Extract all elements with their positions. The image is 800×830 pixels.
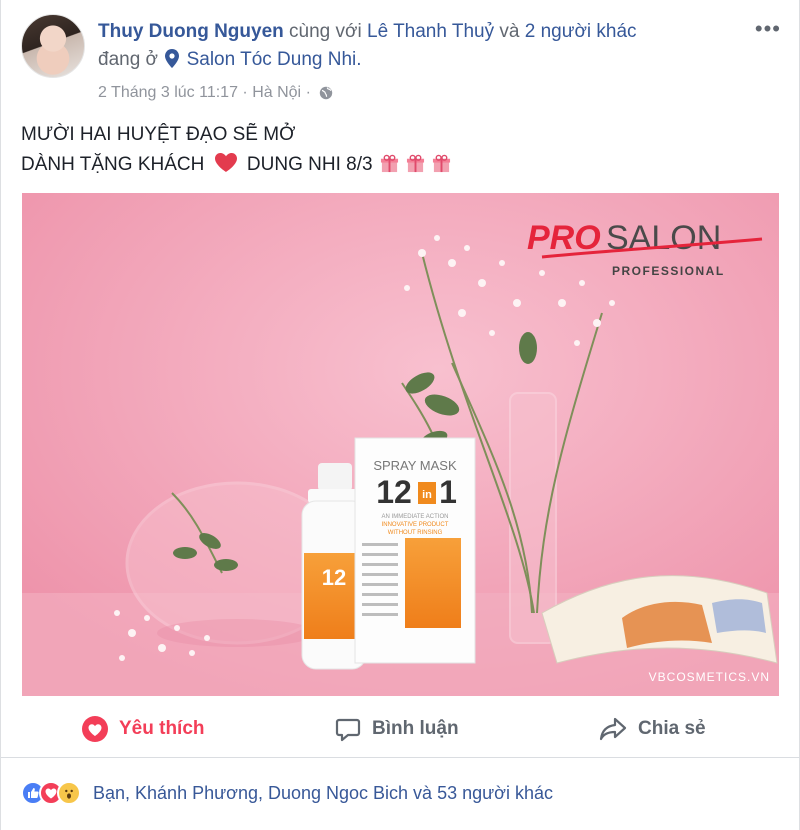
love-reaction-icon bbox=[82, 716, 108, 742]
with-word: cùng với bbox=[289, 21, 362, 42]
reactions-summary[interactable]: Bạn, Khánh Phương, Duong Ngoc Bich và 53… bbox=[21, 778, 553, 808]
author-avatar[interactable] bbox=[21, 14, 85, 78]
post-place[interactable]: Hà Nội bbox=[252, 84, 301, 101]
location-pin-icon bbox=[165, 49, 180, 68]
love-button-label: Yêu thích bbox=[119, 718, 205, 739]
comment-button-label: Bình luận bbox=[372, 718, 459, 739]
bottle-number: 12 bbox=[322, 565, 346, 590]
post-header: Thuy Duong Nguyen cùng với Lê Thanh Thuỷ… bbox=[98, 18, 758, 74]
meta-separator: · bbox=[242, 84, 248, 101]
box-tag-1: AN IMMEDIATE ACTION bbox=[382, 514, 449, 520]
author-name[interactable]: Thuy Duong Nguyen bbox=[98, 21, 284, 42]
brand-sub: PROFESSIONAL bbox=[612, 264, 725, 278]
product-photo-illustration: 12 SPRAY MASK 12 in 1 AN IMMEDIATE ACTIO… bbox=[22, 193, 779, 696]
comment-icon bbox=[335, 718, 361, 742]
box-title: SPRAY MASK bbox=[373, 458, 457, 473]
and-word: và bbox=[499, 21, 520, 42]
photo-watermark: VBCOSMETICS.VN bbox=[649, 670, 770, 684]
gift-emoji-icon bbox=[380, 154, 398, 173]
post-photo[interactable]: 12 SPRAY MASK 12 in 1 AN IMMEDIATE ACTIO… bbox=[22, 193, 779, 696]
header-line-1: Thuy Duong Nguyen cùng với Lê Thanh Thuỷ… bbox=[98, 18, 758, 46]
tagged-person[interactable]: Lê Thanh Thuỷ bbox=[367, 21, 494, 42]
gift-emoji-icon bbox=[433, 154, 451, 173]
location-link[interactable]: Salon Tóc Dung Nhi. bbox=[187, 49, 362, 70]
post-text-line-1: MƯỜI HAI HUYỆT ĐẠO SẼ MỞ bbox=[21, 124, 296, 145]
at-word: đang ở bbox=[98, 49, 159, 70]
more-options-icon[interactable]: ••• bbox=[755, 16, 781, 42]
post-text-line-2-a: DÀNH TẶNG KHÁCH bbox=[21, 154, 205, 175]
post-text-line-2-b: DUNG NHI 8/3 bbox=[246, 154, 373, 175]
post-actions-bar: Yêu thích Bình luận Chia sẻ bbox=[1, 700, 800, 758]
share-icon bbox=[599, 717, 627, 741]
box-one: 1 bbox=[439, 474, 457, 510]
gift-emoji-icon bbox=[407, 154, 425, 173]
meta-separator-2: · bbox=[305, 84, 311, 101]
box-tag-2: INNOVATIVE PRODUCT bbox=[382, 522, 449, 528]
tagged-others[interactable]: 2 người khác bbox=[525, 21, 637, 42]
box-in: in bbox=[422, 489, 432, 501]
box-tag-3: WITHOUT RINSING bbox=[388, 530, 443, 536]
post-meta: 2 Tháng 3 lúc 11:17 · Hà Nội · bbox=[98, 82, 333, 104]
post-card: ••• Thuy Duong Nguyen cùng với Lê Thanh … bbox=[0, 0, 800, 830]
share-button-label: Chia sẻ bbox=[638, 718, 706, 739]
heart-emoji-icon bbox=[214, 153, 237, 172]
reaction-icons bbox=[21, 781, 81, 805]
comment-button[interactable]: Bình luận bbox=[334, 712, 459, 746]
wow-reaction-icon bbox=[57, 781, 81, 805]
love-button[interactable]: Yêu thích bbox=[81, 712, 205, 746]
post-text-line-2: DÀNH TẶNG KHÁCH DUNG NHI 8/3 bbox=[21, 150, 451, 180]
reactions-summary-text[interactable]: Bạn, Khánh Phương, Duong Ngoc Bich và 53… bbox=[93, 783, 553, 804]
box-number: 12 bbox=[376, 474, 412, 510]
share-button[interactable]: Chia sẻ bbox=[598, 712, 706, 746]
post-timestamp[interactable]: 2 Tháng 3 lúc 11:17 bbox=[98, 84, 238, 101]
header-line-2: đang ở Salon Tóc Dung Nhi. bbox=[98, 46, 758, 74]
post-text: MƯỜI HAI HUYỆT ĐẠO SẼ MỞ DÀNH TẶNG KHÁCH… bbox=[21, 120, 451, 180]
public-globe-icon[interactable] bbox=[319, 86, 333, 100]
